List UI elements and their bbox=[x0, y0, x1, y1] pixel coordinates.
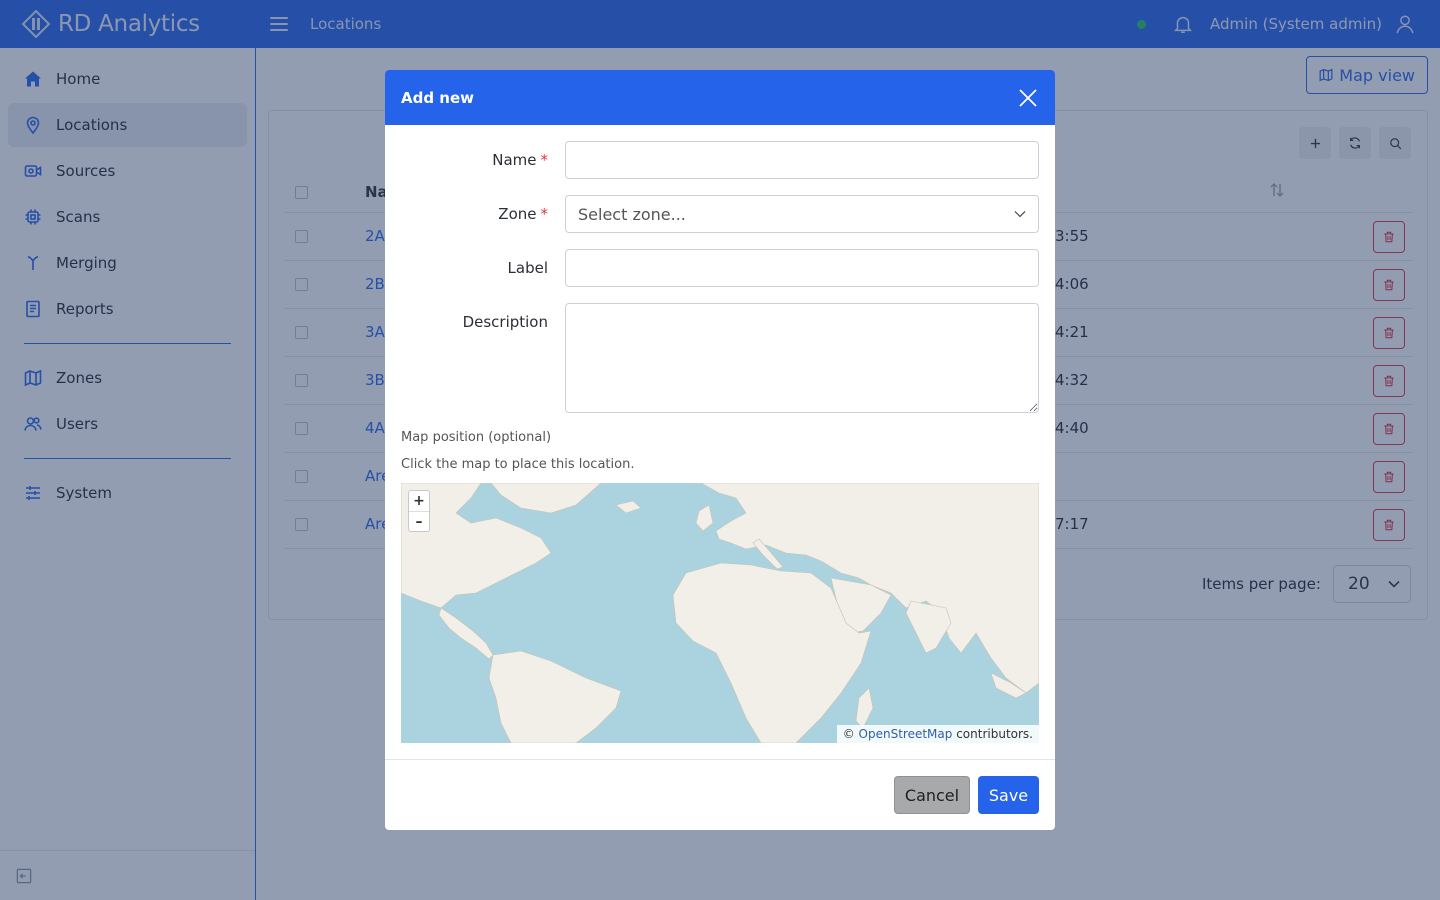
label-input[interactable] bbox=[565, 249, 1039, 287]
map-hint-text: Click the map to place this location. bbox=[401, 457, 635, 472]
close-icon[interactable] bbox=[1017, 87, 1039, 109]
world-map bbox=[401, 483, 1039, 743]
zoom-out-button[interactable]: – bbox=[409, 511, 429, 531]
zone-select[interactable]: Select zone... bbox=[565, 195, 1039, 233]
add-location-dialog: Add new Name * Zone * Select zone... Label… bbox=[385, 70, 1055, 830]
zone-select-placeholder: Select zone... bbox=[578, 204, 686, 224]
description-field-label: Description bbox=[462, 313, 548, 331]
name-field-label: Name * bbox=[492, 151, 549, 169]
name-input[interactable] bbox=[565, 141, 1039, 179]
chevron-down-icon bbox=[1014, 211, 1026, 218]
required-mark: * bbox=[540, 151, 549, 169]
map-zoom-control: + – bbox=[408, 490, 430, 532]
zone-field-label: Zone * bbox=[498, 205, 549, 223]
map-position-label: Map position (optional) bbox=[401, 430, 552, 445]
dialog-footer: Cancel Save bbox=[385, 759, 1055, 830]
map-attribution: © OpenStreetMap contributors. bbox=[836, 725, 1039, 743]
save-button[interactable]: Save bbox=[978, 776, 1039, 814]
zoom-in-button[interactable]: + bbox=[409, 491, 429, 511]
description-textarea[interactable] bbox=[565, 303, 1039, 413]
dialog-header: Add new bbox=[385, 70, 1055, 125]
openstreetmap-link[interactable]: OpenStreetMap bbox=[859, 727, 953, 741]
required-mark: * bbox=[540, 205, 549, 223]
location-map[interactable]: + – © OpenStreetMap contributors. bbox=[401, 483, 1039, 743]
label-field-label: Label bbox=[507, 259, 548, 277]
dialog-title: Add new bbox=[401, 88, 475, 107]
cancel-button[interactable]: Cancel bbox=[894, 776, 970, 814]
